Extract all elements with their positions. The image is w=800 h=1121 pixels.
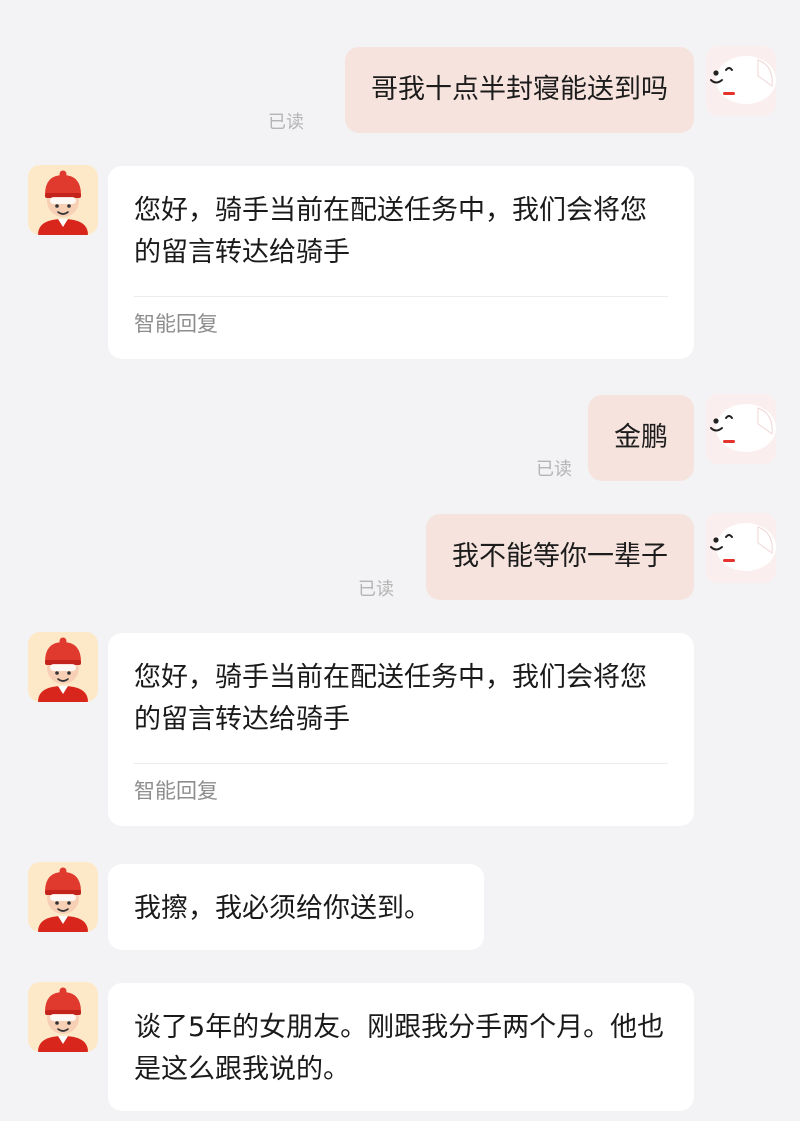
read-receipt: 已读 [358,579,394,600]
outgoing-message[interactable]: 哥我十点半封寝能送到吗 [345,47,694,133]
divider [134,763,668,764]
read-receipt: 已读 [268,112,304,133]
rider-avatar[interactable] [28,862,98,932]
message-text: 我擦，我必须给你送到。 [134,893,431,924]
message-text: 您好，骑手当前在配送任务中，我们会将您的留言转达给骑手 [134,195,647,268]
delivery-rider-avatar-icon [28,982,98,1052]
incoming-message[interactable]: 您好，骑手当前在配送任务中，我们会将您的留言转达给骑手 智能回复 [108,166,694,359]
incoming-message[interactable]: 谈了5年的女朋友。刚跟我分手两个月。他也是这么跟我说的。 [108,983,694,1111]
chat-thread: 哥我十点半封寝能送到吗 已读 您好，骑手当前在配送任务中，我们会将您的留言转达给… [0,0,800,1121]
incoming-message[interactable]: 您好，骑手当前在配送任务中，我们会将您的留言转达给骑手 智能回复 [108,633,694,826]
message-text: 谈了5年的女朋友。刚跟我分手两个月。他也是这么跟我说的。 [134,1012,665,1085]
read-receipt: 已读 [536,459,572,480]
rider-avatar[interactable] [28,165,98,235]
rider-avatar[interactable] [28,982,98,1052]
rider-avatar[interactable] [28,632,98,702]
outgoing-message[interactable]: 金鹏 [588,395,694,481]
user-avatar[interactable] [706,513,776,583]
incoming-message[interactable]: 我擦，我必须给你送到。 [108,864,484,950]
jd-dog-mascot-icon [706,513,776,583]
delivery-rider-avatar-icon [28,862,98,932]
jd-dog-mascot-icon [706,394,776,464]
message-text: 您好，骑手当前在配送任务中，我们会将您的留言转达给骑手 [134,662,647,735]
delivery-rider-avatar-icon [28,165,98,235]
smart-reply-label: 智能回复 [134,779,218,803]
smart-reply-label: 智能回复 [134,312,218,336]
user-avatar[interactable] [706,394,776,464]
delivery-rider-avatar-icon [28,632,98,702]
outgoing-message[interactable]: 我不能等你一辈子 [426,514,694,600]
user-avatar[interactable] [706,46,776,116]
divider [134,296,668,297]
jd-dog-mascot-icon [706,46,776,116]
